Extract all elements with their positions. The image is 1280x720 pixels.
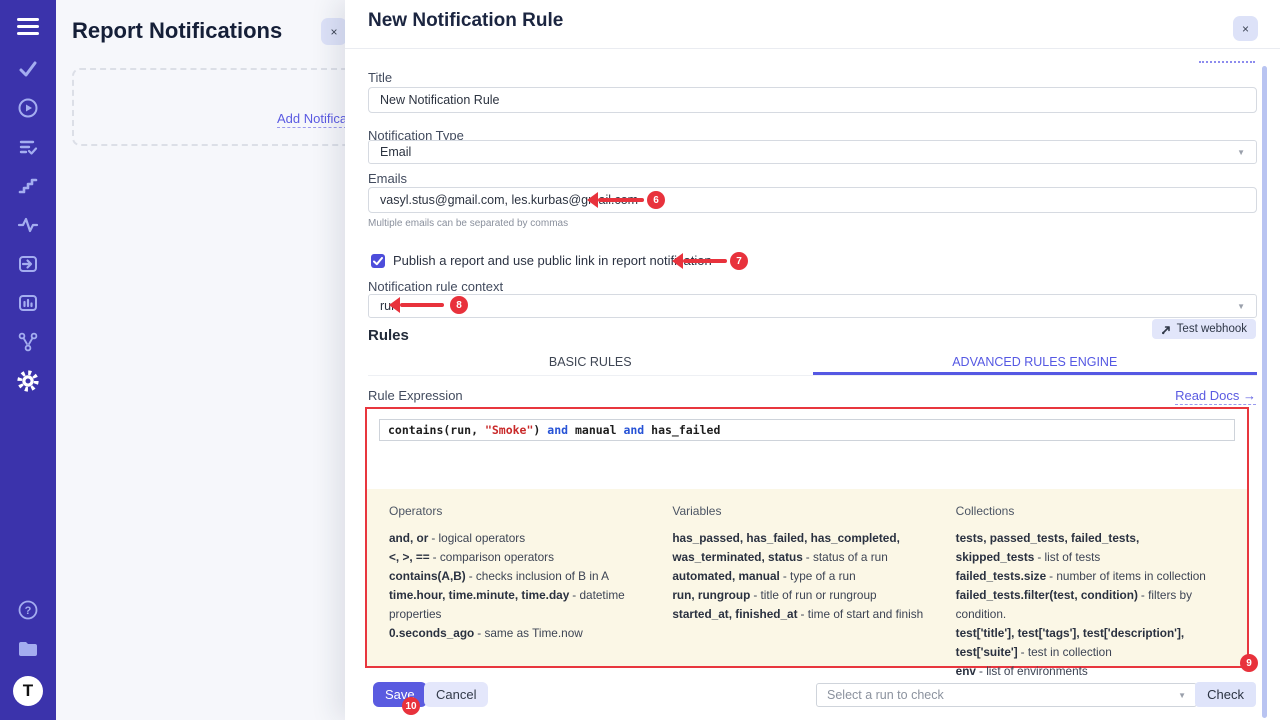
webhook-arrows-icon	[1161, 324, 1172, 335]
annotation-arrow-6	[598, 198, 644, 202]
help-entry: run, rungroup- title of run or rungroup	[672, 586, 941, 605]
code-text: manual	[568, 423, 623, 437]
svg-text:?: ?	[25, 605, 32, 617]
notification-type-value: Email	[380, 145, 411, 159]
chevron-down-icon: ▼	[1237, 148, 1245, 157]
cancel-button[interactable]: Cancel	[424, 682, 488, 707]
tab-advanced-rules-engine[interactable]: ADVANCED RULES ENGINE	[813, 349, 1258, 375]
checkbox-checked-icon[interactable]	[371, 254, 385, 268]
notification-type-select[interactable]: Email ▼	[368, 140, 1257, 164]
emails-input[interactable]	[368, 187, 1257, 213]
help-column-title: Variables	[672, 504, 941, 518]
dotted-divider	[1199, 61, 1255, 63]
help-entry: tests, passed_tests, failed_tests, skipp…	[956, 529, 1225, 567]
read-docs-link[interactable]: Read Docs →	[1175, 388, 1256, 405]
check-icon[interactable]	[16, 57, 40, 81]
header-divider	[345, 48, 1280, 49]
help-entry: test['title'], test['tags'], test['descr…	[956, 624, 1225, 662]
title-input[interactable]	[368, 87, 1257, 113]
help-column-operators: Operators and, or- logical operators <, …	[389, 504, 658, 666]
menu-icon[interactable]	[16, 18, 40, 35]
activity-icon[interactable]	[16, 213, 40, 237]
help-entry: <, >, ==- comparison operators	[389, 548, 658, 567]
chevron-down-icon: ▼	[1237, 302, 1245, 311]
add-notification-link[interactable]: Add Notifica	[277, 111, 347, 128]
empty-notifications-dropzone: Add Notifica	[72, 68, 376, 146]
gear-icon[interactable]	[16, 369, 40, 393]
annotation-arrow-7	[683, 259, 727, 263]
bar-chart-icon[interactable]	[16, 291, 40, 315]
close-icon: ×	[330, 25, 337, 39]
annotation-box-9: contains(run, "Smoke") and manual and ha…	[365, 407, 1249, 668]
annotation-badge-8: 8	[450, 296, 468, 314]
help-column-variables: Variables has_passed, has_failed, has_co…	[672, 504, 941, 666]
folder-icon[interactable]	[16, 637, 40, 661]
annotation-badge-6: 6	[647, 191, 665, 209]
rule-expression-label: Rule Expression	[368, 388, 463, 403]
help-entry: started_at, finished_at- time of start a…	[672, 605, 941, 624]
annotation-arrow-8	[400, 303, 444, 307]
report-notifications-panel: Report Notifications × Add Notifica	[56, 0, 345, 720]
modal-close-button[interactable]: ×	[1233, 16, 1258, 41]
chevron-down-icon: ▼	[1178, 691, 1186, 700]
help-entry: 0.seconds_ago- same as Time.now	[389, 624, 658, 643]
code-keyword: and	[623, 423, 644, 437]
help-entry: and, or- logical operators	[389, 529, 658, 548]
title-label: Title	[368, 70, 392, 85]
publish-report-label: Publish a report and use public link in …	[393, 253, 712, 268]
modal-title: New Notification Rule	[368, 10, 563, 32]
check-button[interactable]: Check	[1195, 682, 1256, 707]
expression-help-panel: Operators and, or- logical operators <, …	[367, 489, 1247, 666]
steps-icon[interactable]	[16, 174, 40, 198]
rule-expression-input[interactable]: contains(run, "Smoke") and manual and ha…	[379, 419, 1235, 441]
help-entry: automated, manual- type of a run	[672, 567, 941, 586]
annotation-badge-9: 9	[1240, 654, 1258, 672]
rules-tabs: BASIC RULES ADVANCED RULES ENGINE	[368, 349, 1257, 376]
run-select-placeholder: Select a run to check	[827, 688, 944, 702]
help-column-title: Collections	[956, 504, 1225, 518]
list-check-icon[interactable]	[16, 135, 40, 159]
rules-heading: Rules	[368, 327, 409, 344]
help-entry: contains(A,B)- checks inclusion of B in …	[389, 567, 658, 586]
vertical-scrollbar[interactable]	[1262, 66, 1267, 718]
sidebar: ? T	[0, 0, 56, 720]
help-entry: failed_tests.filter(test, condition)- fi…	[956, 586, 1225, 624]
publish-report-checkbox-row[interactable]: Publish a report and use public link in …	[371, 253, 712, 268]
emails-helper-text: Multiple emails can be separated by comm…	[368, 218, 568, 229]
new-notification-rule-modal: New Notification Rule × Title Notificati…	[345, 0, 1280, 720]
help-column-collections: Collections tests, passed_tests, failed_…	[956, 504, 1225, 666]
test-webhook-button[interactable]: Test webhook	[1152, 319, 1256, 339]
test-webhook-label: Test webhook	[1177, 323, 1247, 335]
emails-label: Emails	[368, 171, 407, 186]
help-entry: failed_tests.size- number of items in co…	[956, 567, 1225, 586]
user-avatar[interactable]: T	[13, 676, 43, 706]
code-string: "Smoke"	[485, 423, 533, 437]
panel-close-button[interactable]: ×	[321, 18, 347, 45]
code-keyword: and	[547, 423, 568, 437]
rule-context-label: Notification rule context	[368, 279, 503, 294]
help-circle-icon[interactable]: ?	[16, 598, 40, 622]
help-entry: time.hour, time.minute, time.day- dateti…	[389, 586, 658, 624]
box-arrow-in-icon[interactable]	[16, 252, 40, 276]
help-entry: has_passed, has_failed, has_completed, w…	[672, 529, 941, 567]
run-to-check-select[interactable]: Select a run to check ▼	[816, 683, 1197, 707]
code-text: )	[533, 423, 547, 437]
help-entry: env- list of environments	[956, 662, 1225, 681]
help-column-title: Operators	[389, 504, 658, 518]
close-icon: ×	[1242, 22, 1249, 36]
rule-context-select[interactable]: run ▼	[368, 294, 1257, 318]
tab-basic-rules[interactable]: BASIC RULES	[368, 349, 813, 375]
code-text: has_failed	[644, 423, 720, 437]
annotation-badge-7: 7	[730, 252, 748, 270]
panel-title: Report Notifications	[72, 18, 282, 44]
app-root: ? T Report Notifications × Add Notifica …	[0, 0, 1280, 720]
branch-icon[interactable]	[16, 330, 40, 354]
annotation-badge-10: 10	[402, 697, 420, 715]
code-text: contains(run,	[388, 423, 485, 437]
play-circle-icon[interactable]	[16, 96, 40, 120]
